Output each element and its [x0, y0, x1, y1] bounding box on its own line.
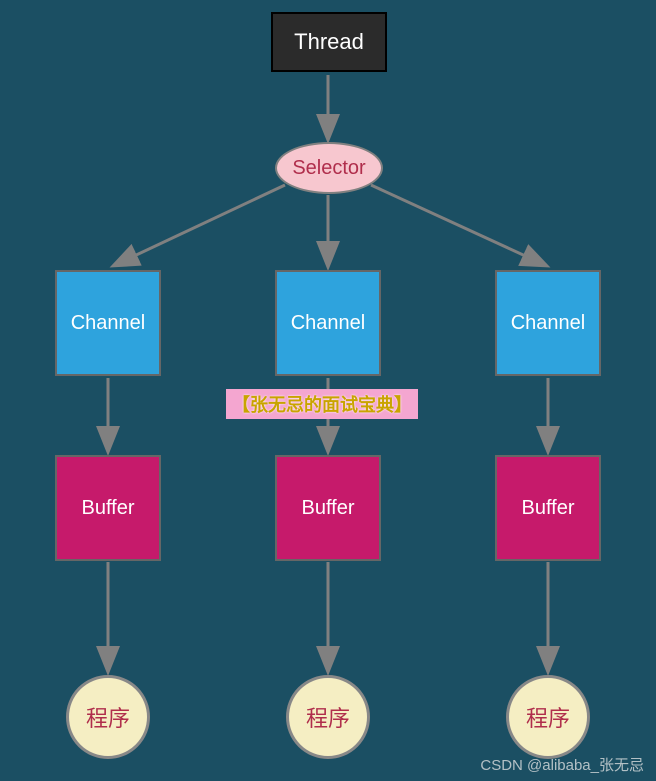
buffer-node-2: Buffer	[275, 455, 381, 561]
thread-label: Thread	[294, 29, 364, 55]
watermark-badge-text: 【张无忌的面试宝典】	[232, 395, 412, 415]
selector-node: Selector	[275, 142, 383, 194]
program-node-1: 程序	[66, 675, 150, 759]
buffer-node-3: Buffer	[495, 455, 601, 561]
buffer-label: Buffer	[302, 497, 355, 520]
buffer-label: Buffer	[82, 497, 135, 520]
channel-node-1: Channel	[55, 270, 161, 376]
channel-label: Channel	[71, 312, 146, 335]
buffer-label: Buffer	[522, 497, 575, 520]
program-label: 程序	[526, 701, 570, 733]
watermark-attribution-text: CSDN @alibaba_张无忌	[480, 757, 644, 774]
thread-node: Thread	[271, 12, 387, 72]
program-label: 程序	[86, 701, 130, 733]
watermark-attribution: CSDN @alibaba_张无忌	[480, 754, 644, 775]
channel-label: Channel	[291, 312, 366, 335]
program-label: 程序	[306, 701, 350, 733]
selector-label: Selector	[292, 157, 365, 180]
buffer-node-1: Buffer	[55, 455, 161, 561]
channel-node-3: Channel	[495, 270, 601, 376]
channel-label: Channel	[511, 312, 586, 335]
watermark-badge: 【张无忌的面试宝典】	[226, 389, 418, 419]
program-node-3: 程序	[506, 675, 590, 759]
channel-node-2: Channel	[275, 270, 381, 376]
program-node-2: 程序	[286, 675, 370, 759]
